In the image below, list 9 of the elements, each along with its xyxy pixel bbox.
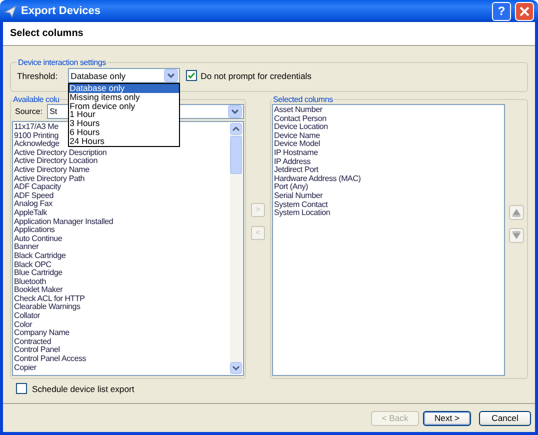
source-label: Source: [15,107,43,116]
checkbox-label: Schedule device list export [32,384,134,394]
group-label: Selected columns [272,95,334,104]
group-label: Device interaction settings [17,58,107,67]
window-title: Export Devices [21,5,102,17]
group-label: Available colu [12,95,60,104]
threshold-label: Threshold: [17,70,58,80]
page-heading: Select columns [10,28,84,39]
checkbox-label: Do not prompt for credentials [200,70,312,80]
